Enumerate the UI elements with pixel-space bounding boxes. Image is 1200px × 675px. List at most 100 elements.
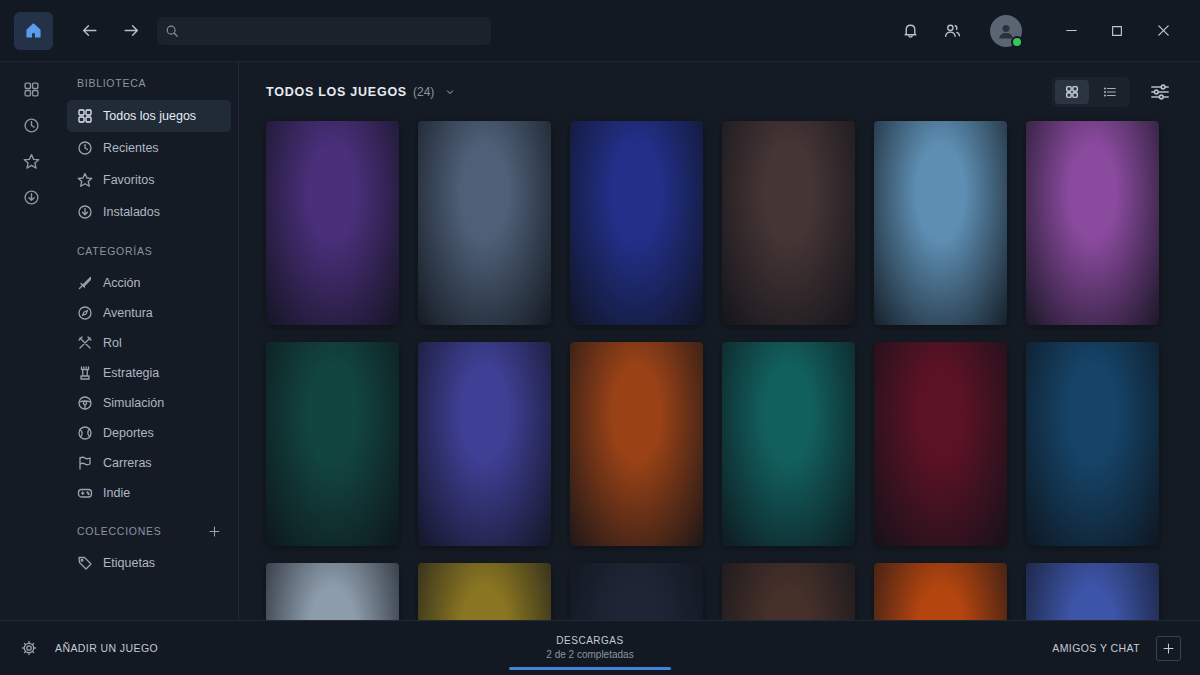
game-card[interactable]: [722, 342, 855, 546]
downloads-text: 2 de 2 completadas: [546, 649, 633, 660]
add-game-button[interactable]: AÑADIR UN JUEGO: [55, 642, 158, 654]
game-card[interactable]: [722, 563, 855, 620]
game-card[interactable]: [874, 121, 1007, 325]
star-icon: [23, 153, 40, 170]
gear-icon: [21, 640, 37, 656]
game-card[interactable]: [874, 563, 1007, 620]
sidebar-item[interactable]: Aventura: [67, 298, 231, 328]
sidebar-item[interactable]: Recientes: [67, 132, 231, 164]
close-button[interactable]: [1140, 14, 1186, 48]
library-filter-dropdown[interactable]: TODOS LOS JUEGOS (24): [266, 85, 456, 99]
sidebar-item[interactable]: Indie: [67, 478, 231, 508]
game-card[interactable]: [266, 342, 399, 546]
game-card[interactable]: [418, 342, 551, 546]
view-toggle: [1052, 77, 1130, 107]
arrow-left-icon: [81, 22, 98, 39]
rail-button[interactable]: [18, 111, 46, 139]
game-card[interactable]: [570, 121, 703, 325]
maximize-icon: [1110, 24, 1124, 38]
sidebar-section: CATEGORÍAS Acción Aventura Rol Estrategi…: [67, 244, 231, 508]
game-card[interactable]: [570, 563, 703, 620]
sidebar-item[interactable]: Etiquetas: [67, 548, 231, 578]
plus-icon: [208, 525, 221, 538]
game-card[interactable]: [722, 121, 855, 325]
game-card[interactable]: [418, 121, 551, 325]
sidebar-item-label: Indie: [103, 486, 130, 500]
chevron-down-icon: [444, 86, 456, 98]
sidebar-section: BIBLIOTECA Todos los juegos Recientes Fa…: [67, 76, 231, 228]
add-collection-button[interactable]: [207, 524, 221, 538]
section-title: CATEGORÍAS: [77, 245, 152, 257]
settings-button[interactable]: [21, 640, 37, 656]
minimize-button[interactable]: [1048, 14, 1094, 48]
sidebar-item[interactable]: Favoritos: [67, 164, 231, 196]
sidebar-item[interactable]: Estrategia: [67, 358, 231, 388]
game-card[interactable]: [1026, 342, 1159, 546]
ball-icon: [77, 425, 93, 441]
sidebar-item[interactable]: Todos los juegos: [67, 100, 231, 132]
game-grid: [266, 121, 1178, 620]
grid-icon: [77, 108, 93, 124]
icon-rail: [0, 62, 63, 620]
view-button[interactable]: [1093, 80, 1127, 104]
star-icon: [77, 172, 93, 188]
downloads-status[interactable]: DESCARGAS 2 de 2 completadas: [509, 626, 671, 670]
window-controls: [1048, 14, 1186, 48]
sidebar-item-label: Etiquetas: [103, 556, 155, 570]
user-avatar[interactable]: [990, 15, 1022, 47]
game-card[interactable]: [874, 342, 1007, 546]
rail-button[interactable]: [18, 75, 46, 103]
close-icon: [1156, 23, 1171, 38]
footer-right: AMIGOS Y CHAT: [693, 636, 1181, 661]
library-title: TODOS LOS JUEGOS: [266, 85, 407, 99]
sidebar-item-label: Recientes: [103, 141, 159, 155]
sidebar-item[interactable]: Rol: [67, 328, 231, 358]
game-card[interactable]: [266, 563, 399, 620]
sidebar-item[interactable]: Carreras: [67, 448, 231, 478]
view-button[interactable]: [1055, 80, 1089, 104]
section-header: COLECCIONES: [67, 524, 231, 538]
sidebar-item[interactable]: Acción: [67, 268, 231, 298]
downloads-progress-fill: [509, 667, 671, 670]
arrow-right-icon: [123, 22, 140, 39]
game-card[interactable]: [1026, 121, 1159, 325]
compass-icon: [77, 305, 93, 321]
add-friend-button[interactable]: [1156, 636, 1181, 661]
game-card[interactable]: [1026, 563, 1159, 620]
sidebar-item[interactable]: Simulación: [67, 388, 231, 418]
friends-button[interactable]: [934, 13, 970, 49]
sidebar-item-label: Carreras: [103, 456, 152, 470]
bottom-bar: AÑADIR UN JUEGO DESCARGAS 2 de 2 complet…: [0, 620, 1200, 675]
section-title: COLECCIONES: [77, 525, 162, 537]
game-card[interactable]: [266, 121, 399, 325]
notifications-button[interactable]: [892, 13, 928, 49]
sidebar-section: COLECCIONES Etiquetas: [67, 524, 231, 578]
forward-button[interactable]: [113, 13, 149, 49]
grid-icon: [1065, 85, 1079, 99]
sidebar-item-label: Todos los juegos: [103, 109, 196, 123]
back-button[interactable]: [71, 13, 107, 49]
sidebar: BIBLIOTECA Todos los juegos Recientes Fa…: [63, 62, 239, 620]
friends-chat-button[interactable]: AMIGOS Y CHAT: [1052, 642, 1140, 654]
sidebar-item[interactable]: Deportes: [67, 418, 231, 448]
cross-icon: [77, 335, 93, 351]
section-title: BIBLIOTECA: [77, 77, 146, 89]
game-card[interactable]: [570, 342, 703, 546]
sidebar-item-label: Rol: [103, 336, 122, 350]
home-button[interactable]: [14, 12, 53, 50]
filter-button[interactable]: [1150, 82, 1170, 102]
section-header: CATEGORÍAS: [67, 244, 231, 258]
downloads-title: DESCARGAS: [556, 635, 623, 646]
game-card[interactable]: [418, 563, 551, 620]
maximize-button[interactable]: [1094, 14, 1140, 48]
rail-button[interactable]: [18, 183, 46, 211]
search-field[interactable]: [157, 17, 491, 45]
sidebar-item-label: Instalados: [103, 205, 160, 219]
rail-button[interactable]: [18, 147, 46, 175]
grid-icon: [23, 81, 40, 98]
filter-icon: [1150, 82, 1170, 102]
sidebar-item[interactable]: Instalados: [67, 196, 231, 228]
sidebar-item-label: Favoritos: [103, 173, 154, 187]
minimize-icon: [1064, 23, 1079, 38]
library-content: TODOS LOS JUEGOS (24): [239, 62, 1200, 620]
